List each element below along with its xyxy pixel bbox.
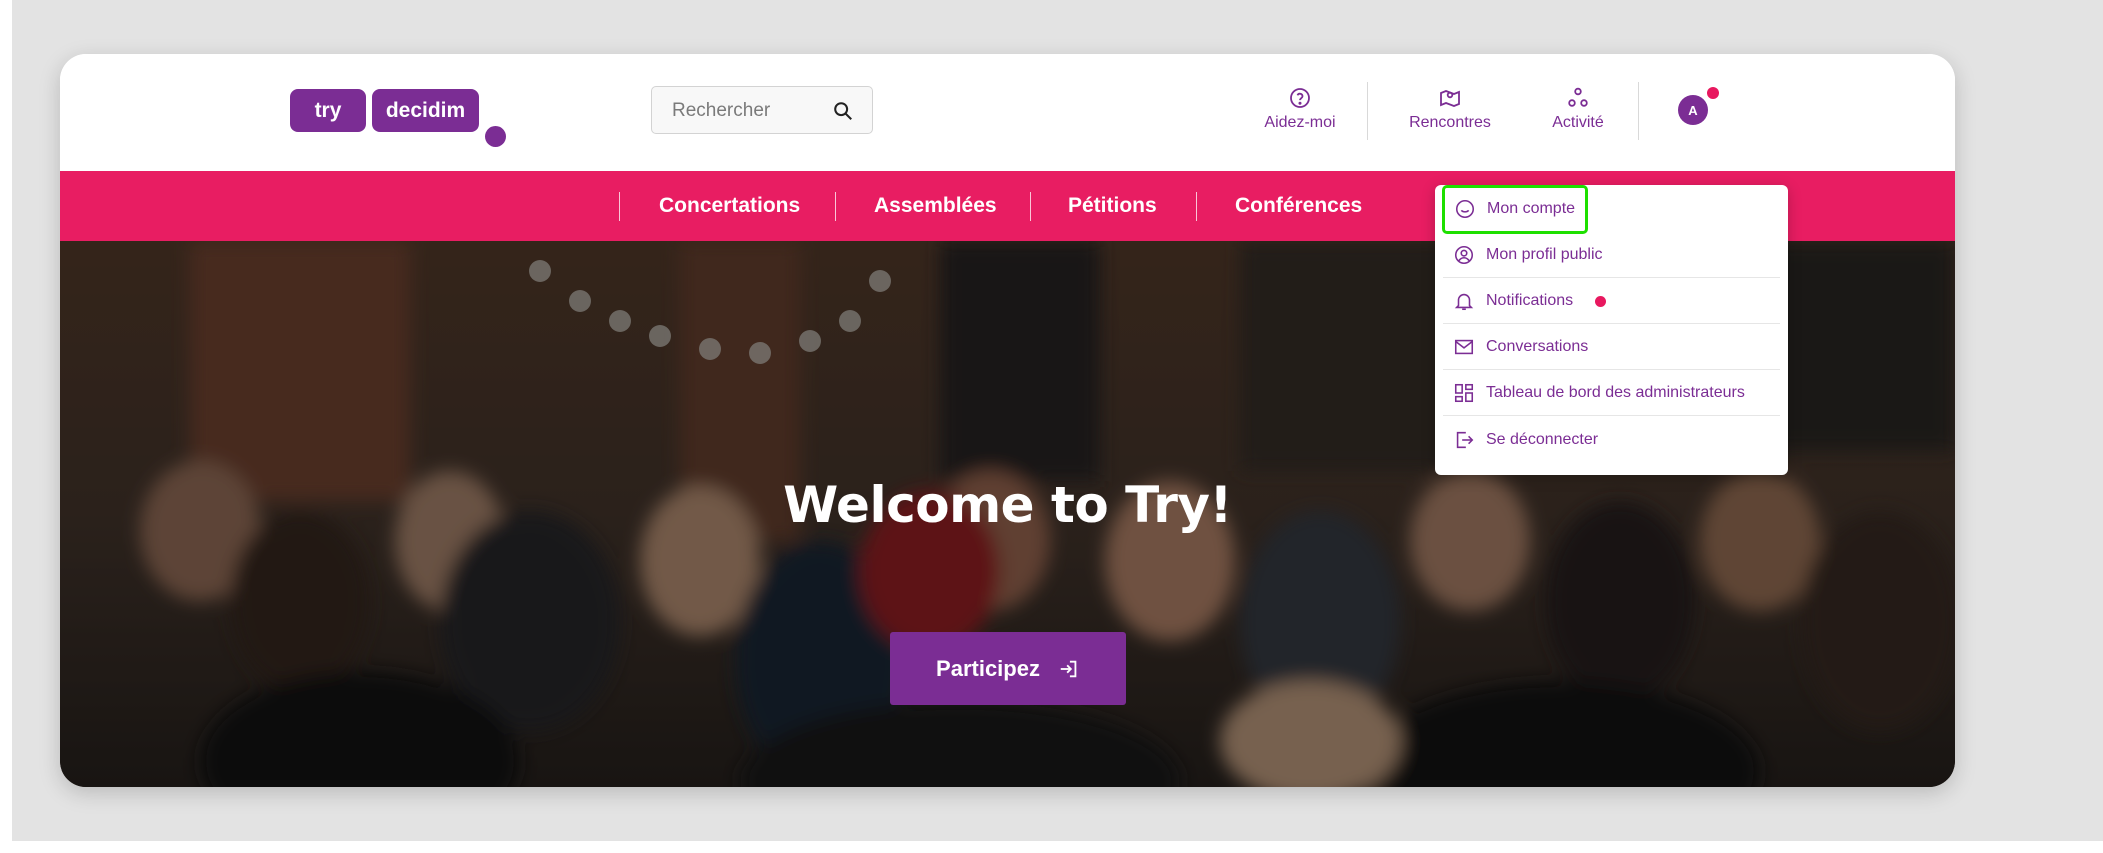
help-label: Aidez-moi bbox=[1264, 114, 1336, 131]
dropdown-item-label: Mon compte bbox=[1487, 200, 1576, 217]
dropdown-item-profil-public[interactable]: Mon profil public bbox=[1443, 233, 1780, 278]
search-icon[interactable] bbox=[832, 100, 854, 122]
dropdown-item-notifications[interactable]: Notifications bbox=[1443, 279, 1780, 324]
avatar[interactable]: A bbox=[1678, 95, 1708, 125]
search-box bbox=[651, 86, 873, 135]
logo-try: try bbox=[290, 89, 366, 132]
menu-divider bbox=[835, 192, 836, 221]
activity-link[interactable]: Activité bbox=[1528, 86, 1628, 146]
activity-icon bbox=[1568, 87, 1588, 107]
mail-icon bbox=[1454, 339, 1474, 355]
menu-divider bbox=[1030, 192, 1031, 221]
site-logo[interactable]: try decidim bbox=[290, 89, 520, 149]
hero-title: Welcome to Try! bbox=[783, 476, 1232, 534]
user-circle-icon bbox=[1454, 245, 1474, 265]
meetings-link[interactable]: Rencontres bbox=[1390, 86, 1510, 146]
header-divider bbox=[1638, 82, 1639, 140]
notification-badge bbox=[1707, 87, 1719, 99]
dropdown-item-label: Mon profil public bbox=[1486, 246, 1603, 263]
help-circle-icon bbox=[1290, 88, 1310, 108]
logo-decidim: decidim bbox=[372, 89, 479, 132]
dropdown-item-mon-compte[interactable]: Mon compte bbox=[1442, 185, 1588, 234]
menu-divider bbox=[619, 192, 620, 221]
dropdown-item-label: Tableau de bord des administrateurs bbox=[1486, 384, 1745, 401]
site-frame: try decidim Aidez-moi Rencontres Activit… bbox=[60, 54, 1955, 787]
logout-icon bbox=[1456, 431, 1474, 448]
dropdown-item-label: Conversations bbox=[1486, 338, 1589, 355]
activity-label: Activité bbox=[1552, 114, 1604, 131]
meetings-label: Rencontres bbox=[1409, 114, 1491, 131]
smile-icon bbox=[1455, 199, 1475, 219]
dropdown-item-logout[interactable]: Se déconnecter bbox=[1443, 417, 1780, 462]
dashboard-icon bbox=[1454, 383, 1474, 403]
participate-button[interactable]: Participez bbox=[890, 632, 1126, 705]
user-dropdown-menu: Mon compte Mon profil public Notificatio… bbox=[1435, 185, 1788, 475]
map-pin-icon bbox=[1440, 90, 1460, 107]
bell-icon bbox=[1454, 293, 1474, 311]
help-link[interactable]: Aidez-moi bbox=[1245, 86, 1355, 146]
participate-label: Participez bbox=[936, 655, 1040, 681]
dropdown-item-admin-dashboard[interactable]: Tableau de bord des administrateurs bbox=[1443, 371, 1780, 416]
logo-dot bbox=[485, 126, 506, 147]
search-input[interactable] bbox=[652, 87, 844, 135]
unread-dot bbox=[1595, 295, 1607, 307]
menu-item-petitions[interactable]: Pétitions bbox=[1068, 171, 1157, 241]
login-icon bbox=[1060, 660, 1077, 677]
header-divider bbox=[1367, 82, 1368, 140]
menu-item-concertations[interactable]: Concertations bbox=[659, 171, 800, 241]
menu-item-assemblees[interactable]: Assemblées bbox=[874, 171, 997, 241]
menu-divider bbox=[1196, 192, 1197, 221]
dropdown-item-label: Notifications bbox=[1486, 292, 1574, 309]
site-header: try decidim Aidez-moi Rencontres Activit… bbox=[60, 54, 1955, 171]
menu-item-conferences[interactable]: Conférences bbox=[1235, 171, 1362, 241]
dropdown-item-label: Se déconnecter bbox=[1486, 430, 1599, 448]
dropdown-item-conversations[interactable]: Conversations bbox=[1443, 325, 1780, 370]
